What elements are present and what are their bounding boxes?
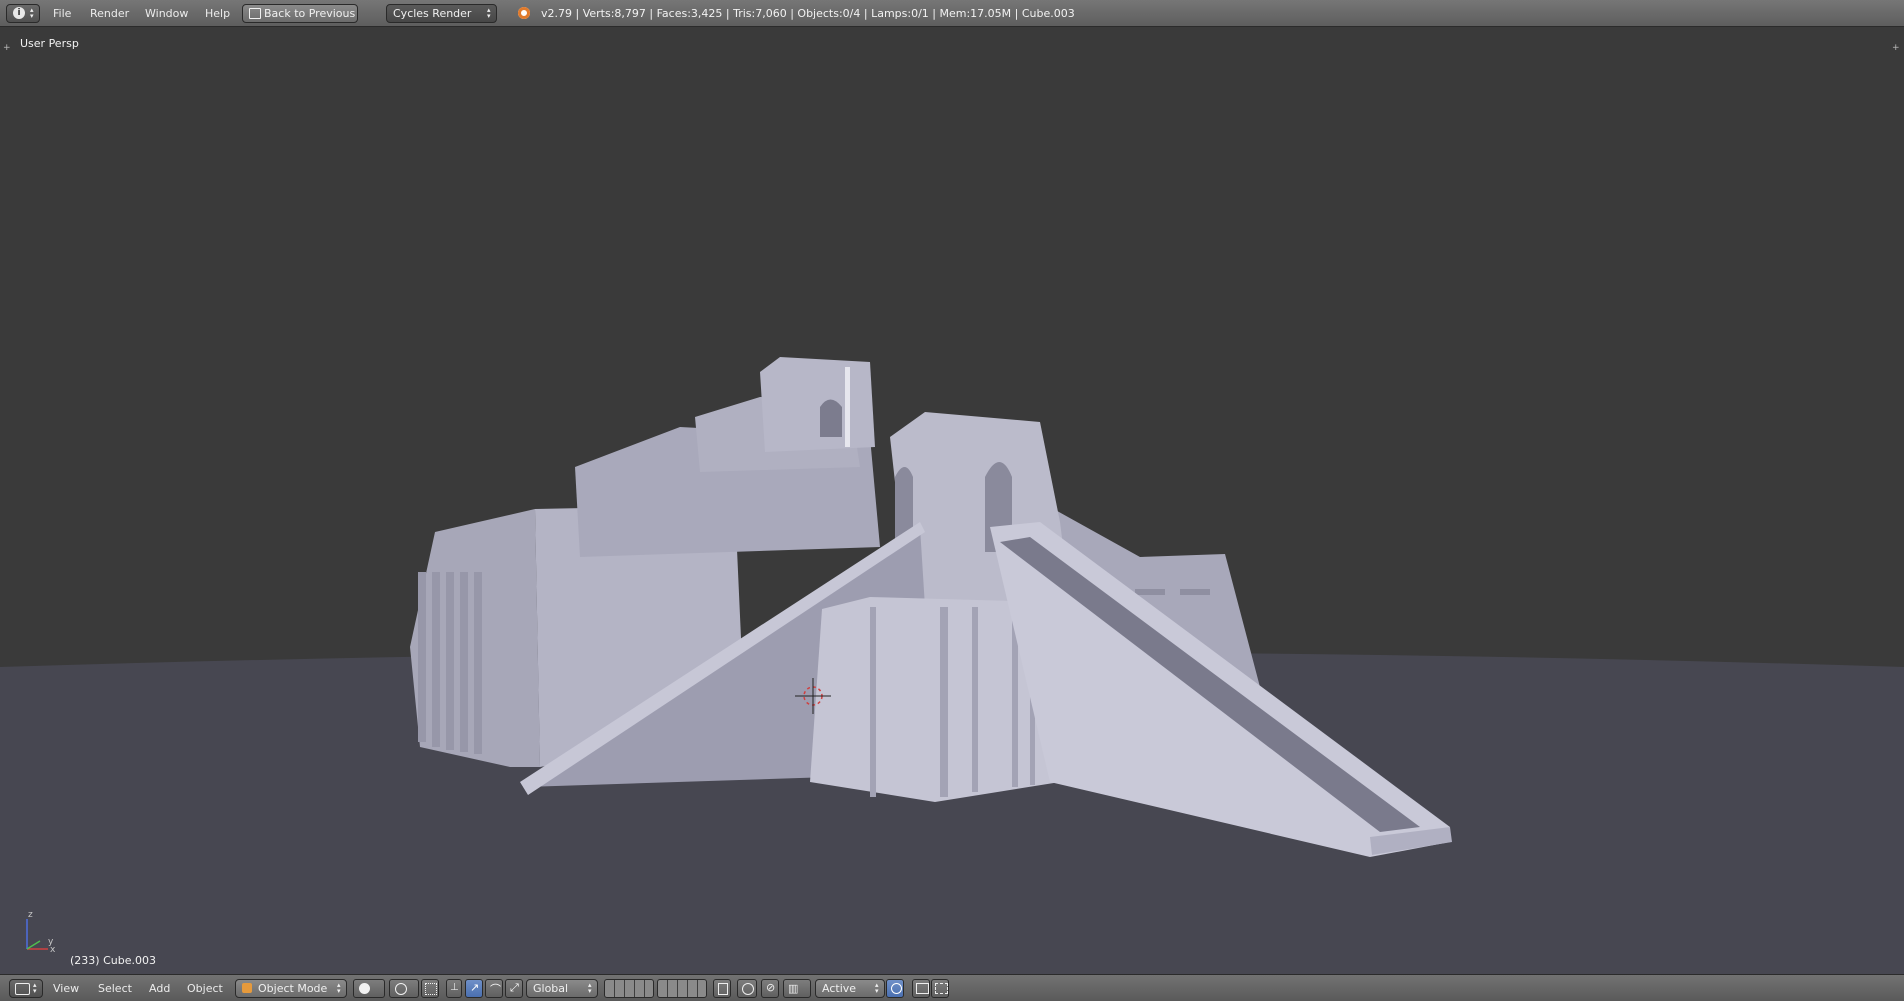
snap-element-icon: ▥ [788, 982, 799, 995]
snap-element-dropdown[interactable]: ▥ [783, 979, 811, 998]
model-top-shrine [760, 357, 875, 452]
menu-render[interactable]: Render [90, 7, 129, 20]
pivot-icon [395, 983, 407, 995]
menu-window[interactable]: Window [145, 7, 188, 20]
opengl-render-button[interactable] [886, 979, 904, 998]
lock-layers-button[interactable] [713, 979, 731, 998]
rotate-icon: ⌒ [490, 983, 501, 996]
updown-arrows-icon: ▴ ▾ [33, 981, 37, 995]
solid-shading-icon [359, 983, 370, 994]
region-expand-right-icon[interactable]: + [1892, 43, 1900, 53]
layer-buttons-group-2[interactable] [657, 979, 707, 998]
updown-arrows-icon: ▴ ▾ [875, 981, 879, 995]
active-object-label: (233) Cube.003 [70, 954, 156, 967]
snap-target-label: Active [822, 982, 857, 995]
region-expand-left-icon[interactable]: + [3, 43, 11, 53]
3d-viewport[interactable]: z x y User Persp (233) Cube.003 + + [0, 27, 1904, 974]
updown-arrows-icon: ▴ ▾ [487, 6, 491, 20]
render-preview-icon [891, 983, 902, 994]
viewport-shading-dropdown[interactable] [353, 979, 385, 998]
axis-label-z: z [28, 910, 33, 920]
limit-selection-button[interactable] [421, 979, 439, 998]
menu-view[interactable]: View [53, 982, 79, 995]
pivot-point-dropdown[interactable] [389, 979, 419, 998]
render-engine-dropdown[interactable]: Cycles Render ▴ ▾ [386, 4, 497, 23]
updown-arrows-icon: ▴ ▾ [337, 981, 341, 995]
editor-type-selector[interactable]: ▴ ▾ [9, 979, 43, 998]
updown-arrows-icon: ▴ ▾ [30, 6, 34, 20]
layer-buttons-group-1[interactable] [604, 979, 654, 998]
object-mode-icon [242, 983, 252, 993]
render-engine-label: Cycles Render [393, 7, 472, 20]
render-animation-button[interactable] [931, 979, 949, 998]
film-icon [935, 983, 948, 994]
menu-add[interactable]: Add [149, 982, 170, 995]
info-icon: i [13, 7, 25, 19]
proportional-edit-button[interactable] [737, 979, 757, 998]
blender-logo-icon [518, 7, 530, 19]
render-still-button[interactable] [912, 979, 930, 998]
menu-object[interactable]: Object [187, 982, 223, 995]
transform-orientation-dropdown[interactable]: Global ▴ ▾ [526, 979, 598, 998]
snap-target-dropdown[interactable]: Active ▴ ▾ [815, 979, 885, 998]
camera-icon [916, 983, 929, 994]
scale-manipulator-button[interactable]: ⤢ [505, 979, 523, 998]
menu-help[interactable]: Help [205, 7, 230, 20]
transform-orientation-label: Global [533, 982, 569, 995]
editor-type-selector[interactable]: i ▴ ▾ [6, 4, 40, 23]
scale-icon: ⤢ [510, 981, 519, 994]
viewport-scene[interactable]: z x y [0, 27, 1904, 974]
3d-view-icon [15, 983, 30, 995]
proportional-icon [742, 983, 754, 995]
menu-file[interactable]: File [53, 7, 71, 20]
scene-statistics: v2.79 | Verts:8,797 | Faces:3,425 | Tris… [541, 7, 1075, 20]
rotate-manipulator-button[interactable]: ⌒ [485, 979, 503, 998]
mode-dropdown[interactable]: Object Mode ▴ ▾ [235, 979, 347, 998]
menu-select[interactable]: Select [98, 982, 132, 995]
updown-arrows-icon: ▴ ▾ [588, 981, 592, 995]
back-to-previous-button[interactable]: Back to Previous [242, 4, 358, 23]
snap-icon: ⊘ [766, 981, 776, 994]
manipulator-icon: ⊥ [450, 982, 459, 993]
viewport-header: ▴ ▾ View Select Add Object Object Mode ▴ ▾… [0, 974, 1904, 1001]
info-header: i ▴ ▾ File Render Window Help Back to Pre… [0, 0, 1904, 27]
translate-manipulator-button[interactable]: ↗ [465, 979, 483, 998]
layers-icon [718, 983, 728, 995]
grid-select-icon [425, 983, 437, 995]
view-perspective-label: User Persp [20, 37, 79, 50]
arrow-icon: ↗ [470, 981, 480, 994]
axis-label-y: y [48, 937, 54, 947]
manipulator-toggle[interactable]: ⊥ [446, 979, 462, 998]
back-to-previous-label: Back to Previous [264, 7, 356, 20]
screen-back-icon [249, 8, 261, 19]
mode-label: Object Mode [258, 982, 328, 995]
snap-toggle[interactable]: ⊘ [761, 979, 779, 998]
